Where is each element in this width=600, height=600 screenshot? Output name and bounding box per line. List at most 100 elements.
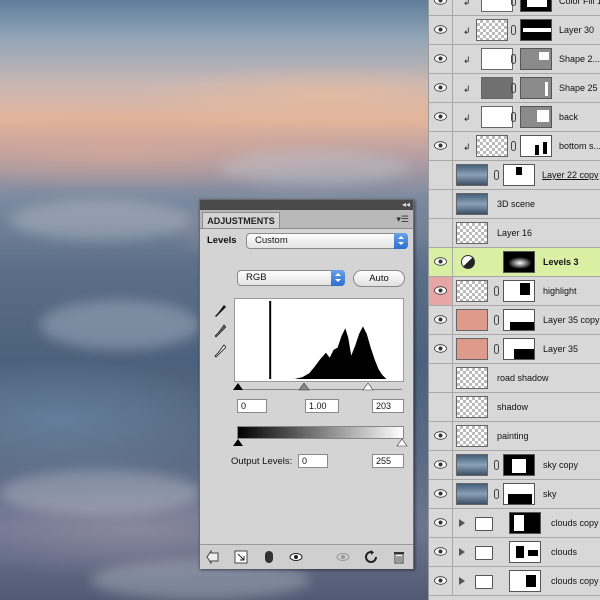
link-icon[interactable] — [511, 141, 516, 151]
layer-visibility-toggle[interactable] — [429, 132, 453, 160]
previous-state-icon[interactable] — [336, 550, 350, 564]
link-icon[interactable] — [494, 344, 499, 354]
layer-thumbnail[interactable] — [456, 193, 488, 215]
layer-thumbnail[interactable] — [476, 19, 508, 41]
visibility-eye-icon[interactable] — [289, 550, 303, 564]
layer-visibility-toggle[interactable] — [429, 364, 453, 392]
layer-mask-thumbnail[interactable] — [503, 483, 535, 505]
layer-mask-thumbnail[interactable] — [520, 135, 552, 157]
link-icon[interactable] — [494, 286, 499, 296]
layer-mask-thumbnail[interactable] — [503, 280, 535, 302]
expand-group-icon[interactable] — [459, 519, 465, 527]
clip-to-layer-icon[interactable] — [262, 550, 276, 564]
layer-mask-thumbnail[interactable] — [503, 454, 535, 476]
layer-row[interactable]: clouds copy — [429, 567, 600, 596]
white-point-slider[interactable] — [362, 383, 374, 391]
layer-thumbnail[interactable] — [456, 338, 488, 360]
link-icon[interactable] — [511, 112, 516, 122]
layer-visibility-toggle[interactable] — [429, 538, 453, 566]
layer-mask-thumbnail[interactable] — [503, 309, 535, 331]
layer-row[interactable]: Layer 16 — [429, 219, 600, 248]
layer-visibility-toggle[interactable] — [429, 393, 453, 421]
link-icon[interactable] — [494, 170, 499, 180]
link-icon[interactable] — [494, 460, 499, 470]
layer-row[interactable]: ↲ Color Fill 1 — [429, 0, 600, 16]
layer-mask-thumbnail[interactable] — [520, 0, 552, 12]
layer-thumbnail[interactable] — [476, 135, 508, 157]
layer-mask-thumbnail[interactable] — [520, 19, 552, 41]
link-icon[interactable] — [494, 315, 499, 325]
layer-mask-thumbnail[interactable] — [520, 48, 552, 70]
layer-visibility-toggle[interactable] — [429, 277, 453, 305]
layer-visibility-toggle[interactable] — [429, 161, 453, 189]
gamma-slider[interactable] — [298, 383, 310, 391]
layer-visibility-toggle[interactable] — [429, 0, 453, 15]
layer-thumbnail[interactable] — [456, 454, 488, 476]
layer-row[interactable]: Layer 35 copy — [429, 306, 600, 335]
preset-dropdown[interactable]: Custom — [246, 233, 408, 249]
layer-thumbnail[interactable] — [481, 0, 513, 12]
output-black-field[interactable]: 0 — [298, 454, 328, 468]
layer-thumbnail[interactable] — [456, 483, 488, 505]
layer-row[interactable]: Levels 3 — [429, 248, 600, 277]
link-icon[interactable] — [511, 83, 516, 93]
layer-row[interactable]: painting — [429, 422, 600, 451]
input-white-field[interactable]: 203 — [372, 399, 404, 413]
layer-visibility-toggle[interactable] — [429, 422, 453, 450]
auto-button[interactable]: Auto — [353, 270, 405, 287]
layer-visibility-toggle[interactable] — [429, 103, 453, 131]
layer-visibility-toggle[interactable] — [429, 567, 453, 595]
layer-visibility-toggle[interactable] — [429, 451, 453, 479]
expand-view-icon[interactable] — [234, 550, 248, 564]
layer-row[interactable]: ↲ Layer 30 — [429, 16, 600, 45]
layer-mask-thumbnail[interactable] — [509, 541, 541, 563]
output-black-slider[interactable] — [232, 439, 244, 447]
trash-icon[interactable] — [392, 550, 406, 564]
link-icon[interactable] — [511, 0, 516, 6]
layer-thumbnail[interactable] — [456, 222, 488, 244]
layer-visibility-toggle[interactable] — [429, 480, 453, 508]
layer-mask-thumbnail[interactable] — [503, 338, 535, 360]
layer-mask-thumbnail[interactable] — [503, 251, 535, 273]
back-arrow-icon[interactable] — [206, 550, 220, 564]
panel-titlebar[interactable]: ◂◂ — [200, 200, 413, 210]
layer-mask-thumbnail[interactable] — [503, 164, 535, 186]
expand-group-icon[interactable] — [459, 548, 465, 556]
panel-menu-icon[interactable]: ▾☰ — [396, 214, 409, 225]
layer-thumbnail[interactable] — [456, 309, 488, 331]
reset-icon[interactable] — [364, 550, 378, 564]
layer-visibility-toggle[interactable] — [429, 190, 453, 218]
input-black-field[interactable]: 0 — [237, 399, 267, 413]
layer-mask-thumbnail[interactable] — [520, 106, 552, 128]
output-white-slider[interactable] — [396, 439, 408, 447]
layer-row[interactable]: shadow — [429, 393, 600, 422]
layer-row[interactable]: ↲ Shape 2... — [429, 45, 600, 74]
layer-visibility-toggle[interactable] — [429, 45, 453, 73]
layer-thumbnail[interactable] — [456, 367, 488, 389]
channel-dropdown[interactable]: RGB — [237, 270, 345, 286]
layer-row[interactable]: ↲ bottom s... — [429, 132, 600, 161]
layer-row[interactable]: ↲ Shape 25 — [429, 74, 600, 103]
layer-thumbnail[interactable] — [481, 77, 513, 99]
layer-row[interactable]: highlight — [429, 277, 600, 306]
layer-row[interactable]: Layer 35 — [429, 335, 600, 364]
layer-thumbnail[interactable] — [456, 425, 488, 447]
layer-row[interactable]: Layer 22 copy — [429, 161, 600, 190]
layer-mask-thumbnail[interactable] — [509, 570, 541, 592]
layer-thumbnail[interactable] — [456, 164, 488, 186]
layer-visibility-toggle[interactable] — [429, 509, 453, 537]
black-eyedropper-icon[interactable] — [214, 304, 226, 318]
layer-thumbnail[interactable] — [481, 106, 513, 128]
layer-row[interactable]: clouds — [429, 538, 600, 567]
layer-row[interactable]: sky — [429, 480, 600, 509]
layer-thumbnail[interactable] — [456, 396, 488, 418]
layer-thumbnail[interactable] — [456, 280, 488, 302]
layer-row[interactable]: clouds copy — [429, 509, 600, 538]
link-icon[interactable] — [511, 54, 516, 64]
gray-eyedropper-icon[interactable] — [214, 324, 226, 338]
layer-visibility-toggle[interactable] — [429, 219, 453, 247]
layer-mask-thumbnail[interactable] — [520, 77, 552, 99]
layer-visibility-toggle[interactable] — [429, 335, 453, 363]
layer-visibility-toggle[interactable] — [429, 16, 453, 44]
link-icon[interactable] — [494, 489, 499, 499]
